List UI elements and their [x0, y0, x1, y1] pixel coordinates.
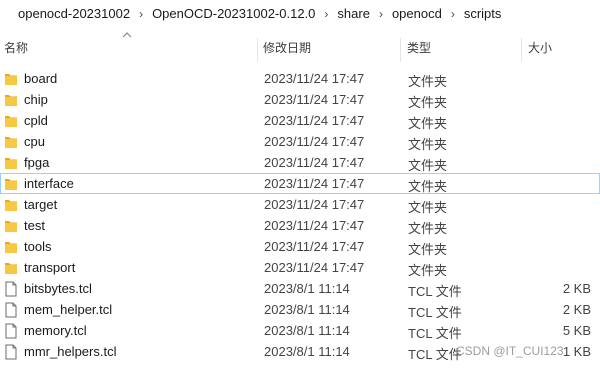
row-type: 文件夹 [408, 74, 448, 89]
chevron-right-icon[interactable]: › [319, 7, 333, 21]
breadcrumb-item[interactable]: openocd-20231002 [0, 6, 134, 21]
chevron-right-icon[interactable]: › [374, 7, 388, 21]
breadcrumb-item[interactable]: openocd [388, 6, 446, 21]
column-header-modified[interactable]: 修改日期 [263, 34, 311, 62]
row-type: TCL 文件 [408, 284, 462, 299]
folder-row[interactable]: transport 2023/11/24 17:47 文件夹 [0, 257, 600, 278]
column-header-name[interactable]: 名称 [4, 34, 28, 62]
row-type: 文件夹 [408, 158, 448, 173]
row-modified-date: 2023/8/1 11:14 [264, 344, 350, 359]
file-row[interactable]: mmr_helpers.tcl 2023/8/1 11:14 TCL 文件 1 KB [0, 341, 600, 362]
folder-row[interactable]: chip 2023/11/24 17:47 文件夹 [0, 89, 600, 110]
file-row[interactable]: memory.tcl 2023/8/1 11:14 TCL 文件 5 KB [0, 320, 600, 341]
row-name: interface [24, 176, 74, 191]
file-list: board 2023/11/24 17:47 文件夹 chip 2023/11/24 1… [0, 68, 600, 362]
folder-icon [4, 260, 18, 276]
breadcrumb-item[interactable]: share [333, 6, 374, 21]
folder-icon [4, 71, 18, 87]
row-modified-date: 2023/11/24 17:47 [264, 218, 365, 233]
row-type: TCL 文件 [408, 326, 462, 341]
row-name: test [24, 218, 45, 233]
row-size: 5 KB [562, 323, 591, 338]
column-header: 名称 修改日期 类型 大小 [0, 34, 600, 62]
file-icon [4, 323, 18, 339]
file-icon [4, 302, 18, 318]
file-icon [4, 281, 18, 297]
row-modified-date: 2023/11/24 17:47 [264, 197, 365, 212]
row-modified-date: 2023/8/1 11:14 [264, 302, 350, 317]
row-name: memory.tcl [24, 323, 87, 338]
folder-row[interactable]: interface 2023/11/24 17:47 文件夹 [0, 173, 600, 194]
folder-row[interactable]: cpld 2023/11/24 17:47 文件夹 [0, 110, 600, 131]
file-row[interactable]: mem_helper.tcl 2023/8/1 11:14 TCL 文件 2 KB [0, 299, 600, 320]
folder-row[interactable]: test 2023/11/24 17:47 文件夹 [0, 215, 600, 236]
row-modified-date: 2023/11/24 17:47 [264, 134, 365, 149]
folder-icon [4, 155, 18, 171]
row-type: TCL 文件 [408, 347, 462, 362]
row-modified-date: 2023/11/24 17:47 [264, 71, 365, 86]
file-icon [4, 344, 18, 360]
breadcrumb-item[interactable]: scripts [460, 6, 506, 21]
row-modified-date: 2023/8/1 11:14 [264, 281, 350, 296]
row-modified-date: 2023/11/24 17:47 [264, 113, 365, 128]
column-divider[interactable] [400, 38, 401, 62]
row-type: 文件夹 [408, 116, 448, 131]
folder-icon [4, 134, 18, 150]
row-name: board [24, 71, 58, 86]
row-name: target [24, 197, 58, 212]
file-row[interactable]: bitsbytes.tcl 2023/8/1 11:14 TCL 文件 2 KB [0, 278, 600, 299]
folder-icon [4, 92, 18, 108]
row-name: chip [24, 92, 48, 107]
row-modified-date: 2023/11/24 17:47 [264, 239, 365, 254]
chevron-right-icon[interactable]: › [446, 7, 460, 21]
row-name: mmr_helpers.tcl [24, 344, 117, 359]
row-name: tools [24, 239, 52, 254]
row-type: TCL 文件 [408, 305, 462, 320]
row-name: mem_helper.tcl [24, 302, 113, 317]
row-size: 2 KB [562, 302, 591, 317]
row-size: 1 KB [562, 344, 591, 359]
row-modified-date: 2023/11/24 17:47 [264, 176, 365, 191]
row-modified-date: 2023/11/24 17:47 [264, 260, 365, 275]
folder-icon [4, 176, 18, 192]
row-modified-date: 2023/11/24 17:47 [264, 155, 365, 170]
row-modified-date: 2023/8/1 11:14 [264, 323, 350, 338]
folder-row[interactable]: board 2023/11/24 17:47 文件夹 [0, 68, 600, 89]
row-name: cpld [24, 113, 48, 128]
row-modified-date: 2023/11/24 17:47 [264, 92, 365, 107]
breadcrumb-item[interactable]: OpenOCD-20231002-0.12.0 [148, 6, 319, 21]
row-type: 文件夹 [408, 95, 448, 110]
column-divider[interactable] [257, 38, 258, 62]
chevron-right-icon[interactable]: › [134, 7, 148, 21]
row-size: 2 KB [562, 281, 591, 296]
row-type: 文件夹 [408, 200, 448, 215]
row-name: cpu [24, 134, 45, 149]
folder-icon [4, 218, 18, 234]
folder-row[interactable]: target 2023/11/24 17:47 文件夹 [0, 194, 600, 215]
folder-icon [4, 239, 18, 255]
folder-icon [4, 197, 18, 213]
column-header-size[interactable]: 大小 [528, 34, 552, 62]
row-type: 文件夹 [408, 221, 448, 236]
folder-icon [4, 113, 18, 129]
column-header-type[interactable]: 类型 [407, 34, 431, 62]
row-type: 文件夹 [408, 263, 448, 278]
row-type: 文件夹 [408, 137, 448, 152]
column-divider[interactable] [521, 38, 522, 62]
row-type: 文件夹 [408, 242, 448, 257]
folder-row[interactable]: tools 2023/11/24 17:47 文件夹 [0, 236, 600, 257]
row-name: fpga [24, 155, 50, 170]
folder-row[interactable]: fpga 2023/11/24 17:47 文件夹 [0, 152, 600, 173]
row-name: transport [24, 260, 76, 275]
row-type: 文件夹 [408, 179, 448, 194]
row-name: bitsbytes.tcl [24, 281, 92, 296]
folder-row[interactable]: cpu 2023/11/24 17:47 文件夹 [0, 131, 600, 152]
breadcrumb: openocd-20231002 › OpenOCD-20231002-0.12… [0, 0, 600, 27]
